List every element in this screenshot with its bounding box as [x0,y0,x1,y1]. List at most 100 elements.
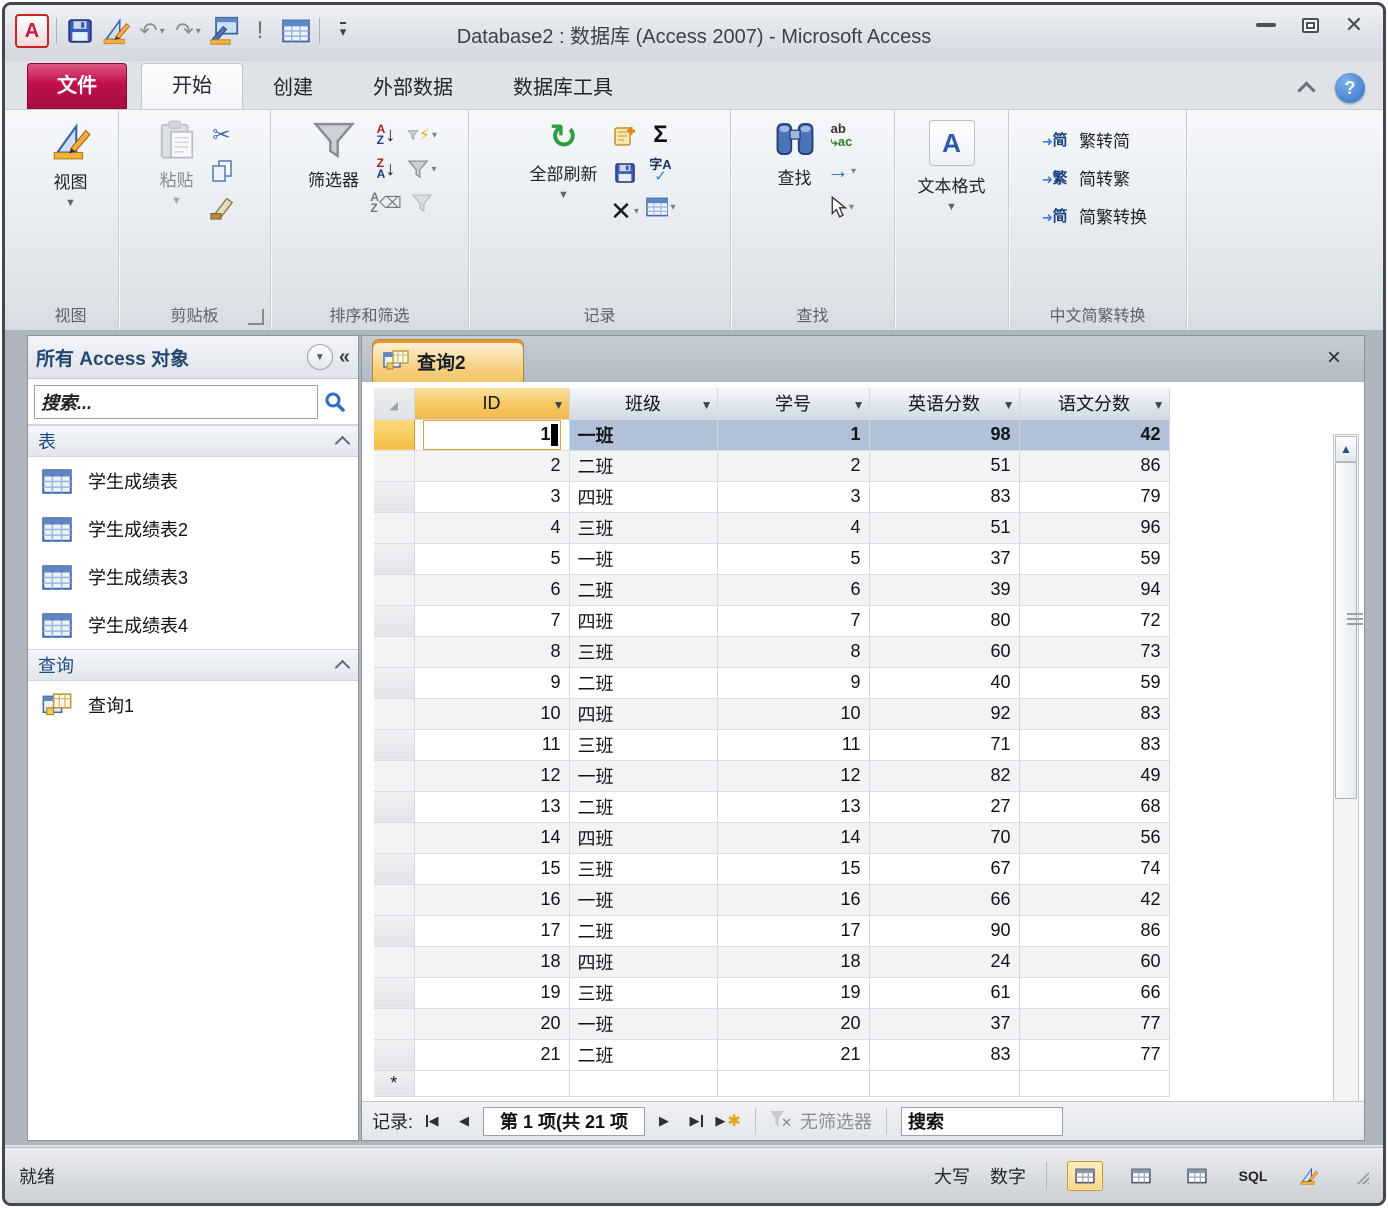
cell[interactable]: 二班 [569,450,717,481]
tab-external-data[interactable]: 外部数据 [343,67,483,109]
cell[interactable]: 一班 [569,884,717,915]
totals-icon[interactable]: Σ [646,122,676,148]
cell[interactable]: 9 [717,667,869,698]
cell[interactable]: 7 [414,605,569,636]
cell[interactable]: 86 [1019,915,1169,946]
cell[interactable]: 72 [1019,605,1169,636]
cell[interactable]: 83 [869,1039,1019,1070]
last-record-icon[interactable]: ▶ [683,1109,709,1133]
close-document-icon[interactable]: × [1320,344,1348,372]
filter-options-icon[interactable]: ▾ [407,156,437,182]
copy-icon[interactable] [207,158,237,184]
cell[interactable]: 9 [414,667,569,698]
select-icon[interactable]: ▾ [827,194,857,220]
cell[interactable]: 2 [414,450,569,481]
tab-database-tools[interactable]: 数据库工具 [483,67,643,109]
row-selector[interactable] [374,915,414,946]
row-selector[interactable] [374,605,414,636]
new-record-icon[interactable] [610,122,640,148]
row-selector[interactable] [374,450,414,481]
remove-sort-icon[interactable]: AZ⌫ [371,190,401,216]
cell[interactable]: 90 [869,915,1019,946]
cell[interactable]: 80 [869,605,1019,636]
cell[interactable]: 10 [717,698,869,729]
cell[interactable]: 1 [717,419,869,450]
prev-record-icon[interactable]: ◀ [451,1109,477,1133]
refresh-all-button[interactable]: ↻ 全部刷新 ▼ [524,118,604,203]
cell[interactable]: 21 [717,1039,869,1070]
cell[interactable]: 1 [414,419,569,450]
chinese-conversion-button[interactable]: ➜繁简转繁 [1048,162,1147,192]
cell[interactable]: 3 [414,481,569,512]
cell[interactable]: 59 [1019,667,1169,698]
collapse-ribbon-icon[interactable] [1297,81,1315,99]
cell[interactable]: 四班 [569,481,717,512]
cell[interactable]: 42 [1019,419,1169,450]
cell[interactable] [569,1070,717,1096]
cell[interactable]: 19 [414,977,569,1008]
cell[interactable]: 60 [1019,946,1169,977]
cell[interactable]: 一班 [569,419,717,450]
cell[interactable]: 19 [717,977,869,1008]
cell[interactable]: 6 [414,574,569,605]
cell[interactable]: 四班 [569,946,717,977]
sidebar-item-table[interactable]: 学生成绩表3 [28,553,358,601]
row-selector[interactable] [374,698,414,729]
record-search-input[interactable] [901,1107,1063,1136]
column-header[interactable]: 英语分数▼ [869,388,1019,419]
restore-button[interactable] [1295,15,1325,35]
sql-view-icon[interactable]: SQL [1235,1161,1271,1191]
cell[interactable]: 三班 [569,636,717,667]
cell[interactable]: 一班 [569,760,717,791]
cell[interactable]: 12 [717,760,869,791]
pivotchart-view-icon[interactable] [1179,1161,1215,1191]
find-button[interactable]: 查找 [769,118,821,191]
cell[interactable]: 13 [414,791,569,822]
nav-section-header[interactable]: 表 [28,425,358,457]
cell[interactable]: 59 [1019,543,1169,574]
cell[interactable]: 5 [414,543,569,574]
cell[interactable]: 14 [414,822,569,853]
cell[interactable]: 70 [869,822,1019,853]
row-selector[interactable] [374,791,414,822]
cell[interactable]: 68 [1019,791,1169,822]
next-record-icon[interactable]: ▶ [651,1109,677,1133]
cell[interactable]: 61 [869,977,1019,1008]
cell[interactable]: 73 [1019,636,1169,667]
cell[interactable]: 24 [869,946,1019,977]
cell[interactable]: 27 [869,791,1019,822]
cell[interactable]: 20 [717,1008,869,1039]
first-record-icon[interactable]: ◀ [419,1109,445,1133]
chevron-down-icon[interactable]: ▼ [1153,398,1165,412]
row-selector[interactable] [374,1039,414,1070]
format-painter-icon[interactable] [207,194,237,220]
cell[interactable]: 二班 [569,915,717,946]
sort-descending-icon[interactable]: ZA↓ [371,156,401,182]
delete-record-button[interactable]: ✕▾ [610,198,640,224]
cell[interactable]: 15 [414,853,569,884]
cell[interactable]: 51 [869,450,1019,481]
cell[interactable]: 12 [414,760,569,791]
tab-query2[interactable]: 查询2 [372,339,524,382]
minimize-button[interactable] [1251,15,1281,35]
row-selector[interactable] [374,543,414,574]
nav-pane-header[interactable]: 所有 Access 对象 ▼ « [28,336,358,379]
collapse-section-icon[interactable] [335,436,351,452]
cell[interactable]: 三班 [569,977,717,1008]
view-button[interactable]: 视图 ▼ [44,118,98,211]
cell[interactable] [869,1070,1019,1096]
vertical-scrollbar[interactable]: ▲ ▼ [1333,434,1359,1102]
sidebar-item-table[interactable]: 学生成绩表 [28,457,358,505]
cell[interactable]: 二班 [569,791,717,822]
row-selector[interactable] [374,636,414,667]
row-selector[interactable] [374,760,414,791]
search-icon[interactable] [318,385,352,419]
cell[interactable]: 11 [717,729,869,760]
sort-ascending-icon[interactable]: AZ↓ [371,122,401,148]
collapse-pane-icon[interactable]: « [339,346,350,369]
cell[interactable]: 79 [1019,481,1169,512]
save-record-icon[interactable] [610,160,640,186]
nav-menu-icon[interactable]: ▼ [307,344,333,370]
sidebar-item-table[interactable]: 学生成绩表4 [28,601,358,649]
column-header[interactable]: 学号▼ [717,388,869,419]
